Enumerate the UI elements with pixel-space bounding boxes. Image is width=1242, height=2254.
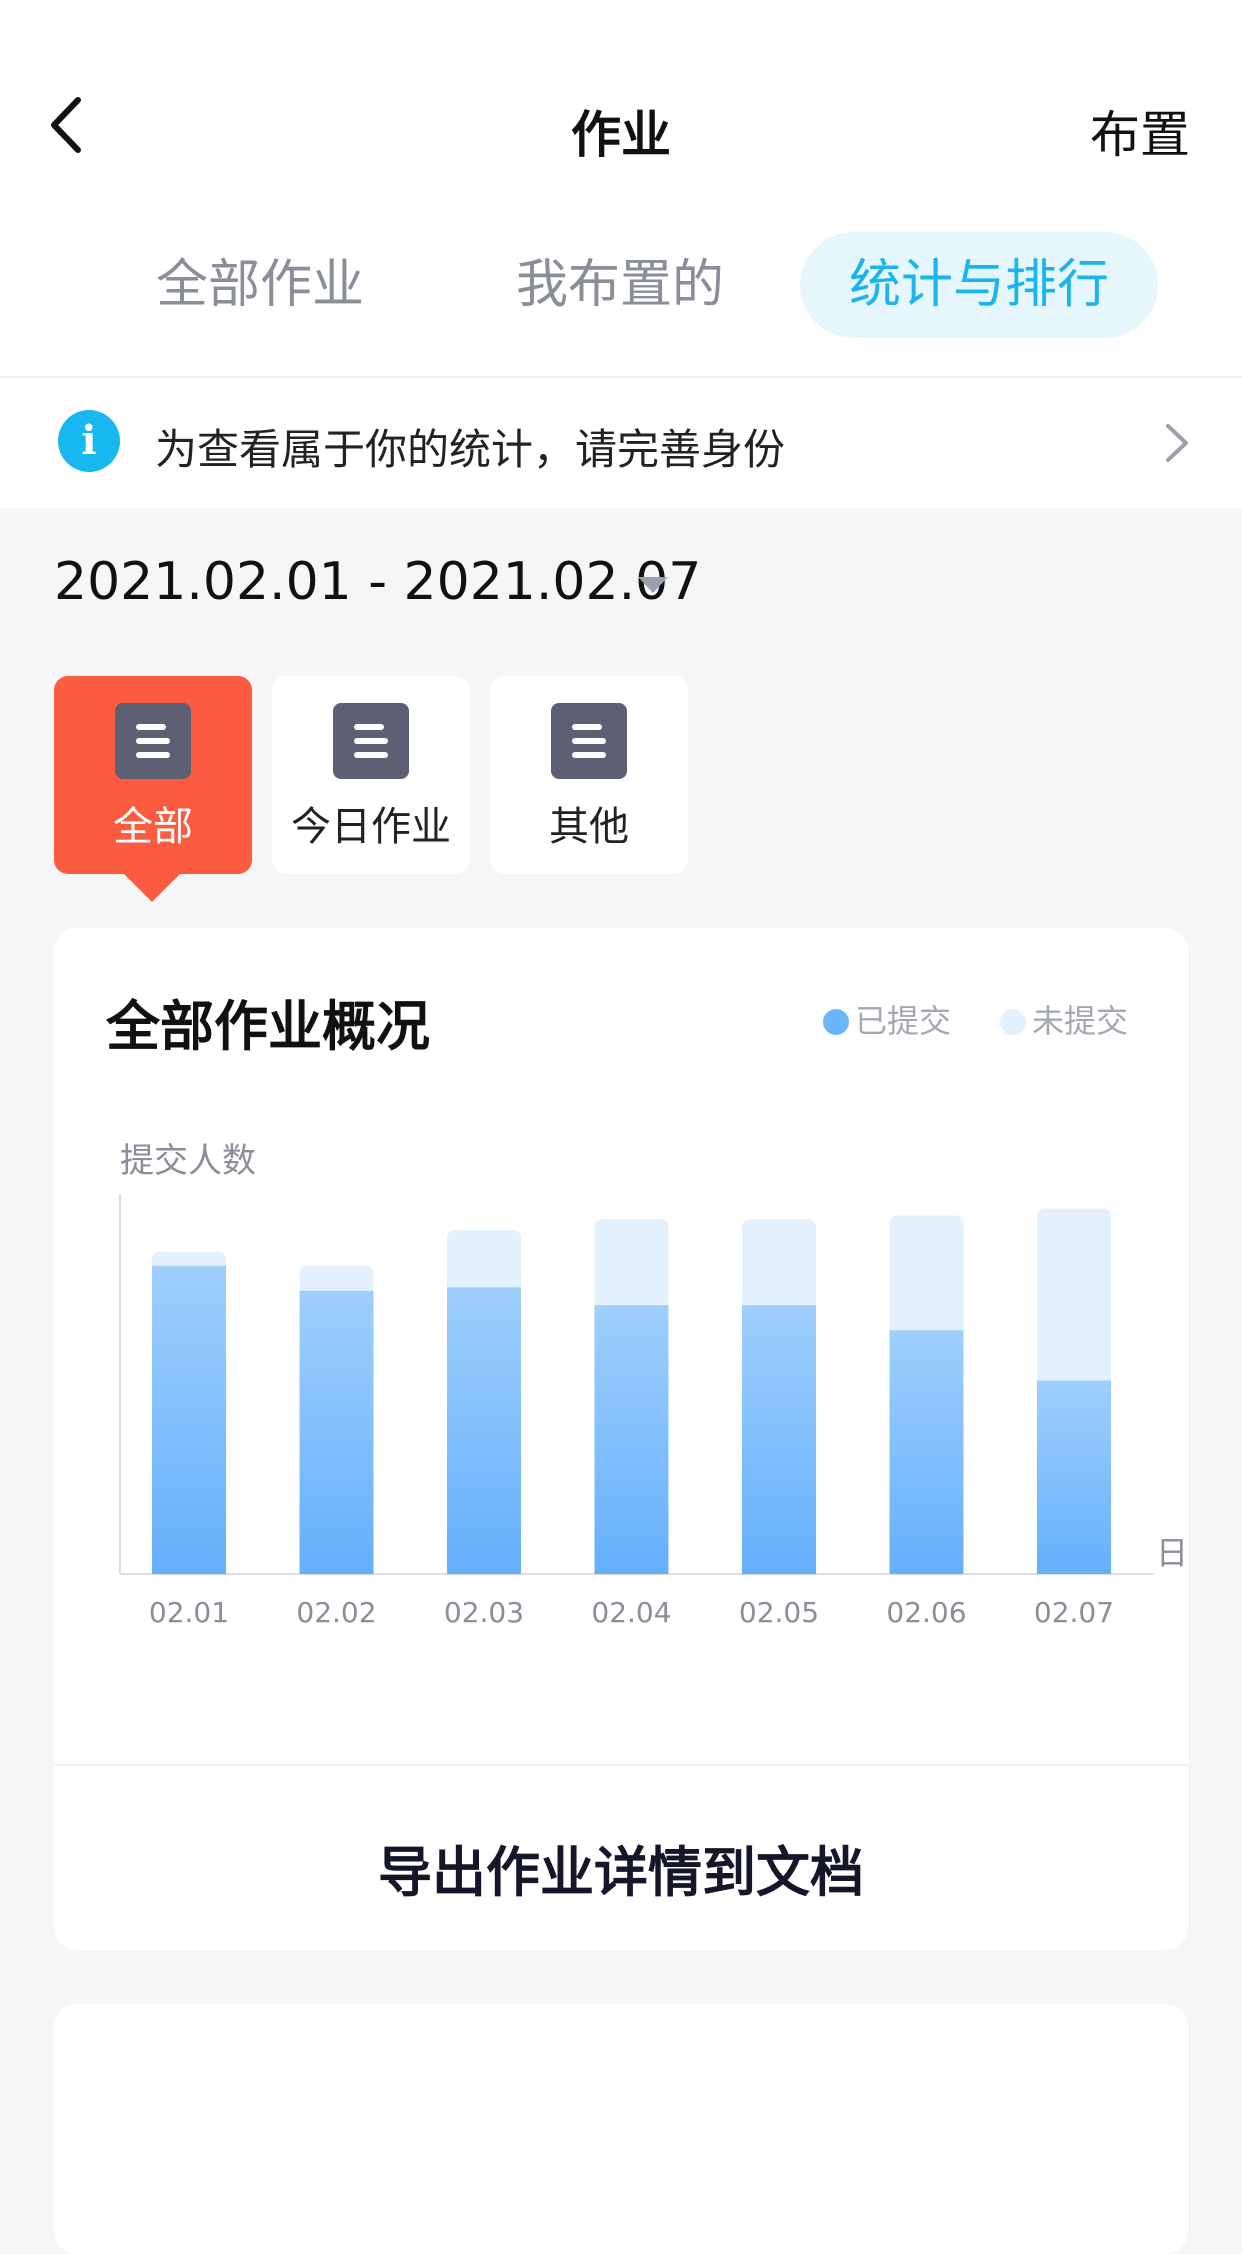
bar-not-submitted-02.04 (594, 1219, 669, 1306)
category-label: 今日作业 (291, 804, 451, 850)
active-category-pointer (124, 874, 180, 902)
bar-not-submitted-02.02 (299, 1265, 374, 1291)
bar-not-submitted-02.07 (1037, 1208, 1111, 1381)
submission-bar-chart: 提交人数 日 02.01 02.02 02.03 02.04 02.05 02.06 02.… (119, 1141, 1188, 1629)
bar-not-submitted-02.03 (447, 1229, 521, 1288)
x-tick-label: 02.05 (739, 1596, 819, 1629)
document-icon (115, 703, 191, 779)
notice-text: 为查看属于你的统计，请完善身份 (155, 425, 786, 474)
chevron-right-icon (1166, 424, 1188, 462)
bar-submitted-02.01 (152, 1265, 226, 1574)
top-bar: 作业 布置 全部作业 我布置的 统计与排行 (0, 0, 1242, 376)
tab-stats-ranking[interactable]: 统计与排行 (800, 232, 1158, 338)
bar-not-submitted-02.01 (152, 1251, 226, 1266)
export-to-document-button[interactable]: 导出作业详情到文档 (54, 1828, 1188, 1907)
document-icon (333, 703, 409, 779)
x-tick-label: 02.01 (149, 1596, 229, 1629)
bar-submitted-02.03 (447, 1287, 521, 1574)
x-tick-label: 02.04 (591, 1596, 671, 1629)
x-tick-label: 02.03 (444, 1596, 524, 1629)
category-label: 其他 (549, 804, 629, 850)
x-tick-label: 02.02 (296, 1596, 376, 1629)
category-all[interactable]: 全部 (54, 676, 252, 874)
overview-card: 全部作业概况 已提交 未提交 提交人数 日 02.01 02.02 02.03 02.… (54, 928, 1188, 1950)
x-tick-label: 02.07 (1034, 1596, 1114, 1629)
assign-button[interactable]: 布置 (1090, 95, 1190, 167)
category-other[interactable]: 其他 (490, 676, 688, 874)
tab-my-assigned[interactable]: 我布置的 (470, 232, 770, 338)
bar-not-submitted-02.06 (889, 1215, 964, 1331)
page-title: 作业 (571, 106, 671, 164)
info-icon: i (58, 410, 120, 472)
bar-submitted-02.06 (889, 1330, 964, 1574)
bar-submitted-02.07 (1037, 1380, 1111, 1574)
tab-bar: 全部作业 我布置的 统计与排行 (0, 232, 1242, 342)
bar-submitted-02.04 (594, 1305, 669, 1574)
x-axis-label: 日 (1156, 1534, 1188, 1572)
card-separator (54, 1764, 1188, 1766)
x-tick-label: 02.06 (886, 1596, 966, 1629)
document-icon (551, 703, 627, 779)
bar-not-submitted-02.05 (742, 1219, 816, 1306)
identity-notice[interactable]: i 为查看属于你的统计，请完善身份 (0, 378, 1242, 508)
category-label: 全部 (113, 804, 193, 850)
category-today[interactable]: 今日作业 (272, 676, 470, 874)
bar-submitted-02.05 (742, 1305, 816, 1574)
bar-submitted-02.02 (299, 1290, 374, 1574)
ranking-card (54, 2004, 1188, 2254)
caret-down-icon[interactable] (636, 575, 670, 595)
tab-all-homework[interactable]: 全部作业 (110, 232, 410, 338)
y-axis-label: 提交人数 (120, 1141, 256, 1181)
date-range-selector[interactable]: 2021.02.01 - 2021.02.07 (54, 552, 701, 612)
